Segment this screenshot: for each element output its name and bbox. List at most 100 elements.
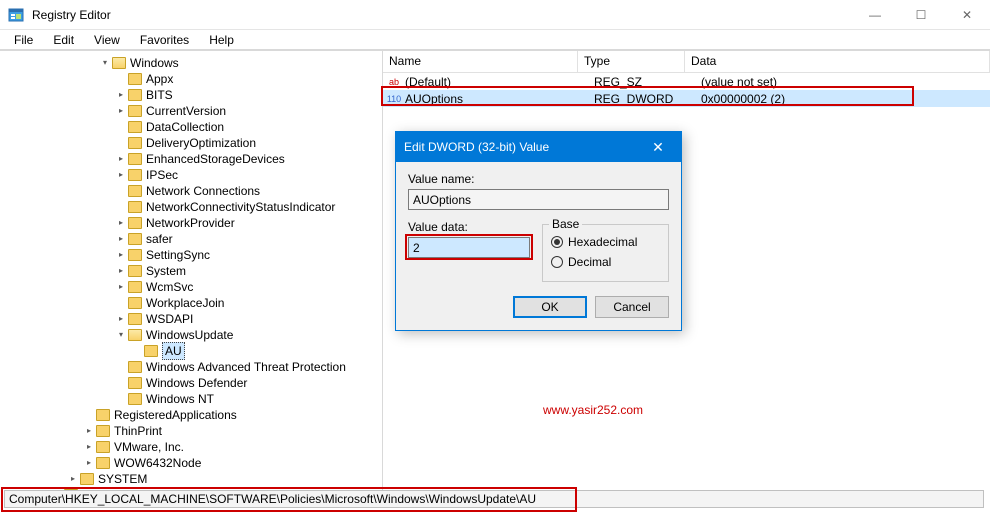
dialog-titlebar[interactable]: Edit DWORD (32-bit) Value ✕ — [396, 132, 681, 162]
tree-item[interactable]: ▸ WcmSvc — [4, 279, 382, 295]
folder-icon — [128, 169, 142, 181]
minimize-button[interactable]: — — [852, 0, 898, 30]
radio-hex[interactable]: Hexadecimal — [551, 233, 660, 251]
tree-item[interactable]: ▸EnhancedStorageDevices — [4, 151, 382, 167]
menubar: File Edit View Favorites Help — [0, 30, 990, 50]
tree-label: IPSec — [146, 167, 178, 183]
value-data-input[interactable] — [408, 237, 530, 258]
folder-icon — [96, 409, 110, 421]
expander-icon[interactable]: ▸ — [84, 442, 94, 452]
value-data-label: Value data: — [408, 220, 530, 234]
expander-icon[interactable]: ▸ — [68, 474, 78, 484]
tree-label: System — [146, 263, 186, 279]
tree-pane[interactable]: ▾WindowsAppx ▸ BITS ▸ CurrentVersionDataColl… — [0, 51, 383, 492]
menu-view[interactable]: View — [86, 31, 128, 49]
tree-item[interactable]: ▾WindowsUpdate — [4, 327, 382, 343]
list-row[interactable]: ab(Default)REG_SZ(value not set) — [383, 73, 990, 90]
expander-icon[interactable]: ▸ — [116, 282, 126, 292]
tree-item[interactable]: DeliveryOptimization — [4, 135, 382, 151]
tree-item[interactable]: Appx — [4, 71, 382, 87]
tree-item[interactable]: ▸ BITS — [4, 87, 382, 103]
folder-icon — [112, 57, 126, 69]
spacer — [116, 378, 126, 388]
expander-icon[interactable]: ▸ — [84, 458, 94, 468]
expander-icon[interactable]: ▸ — [116, 314, 126, 324]
expander-icon[interactable]: ▸ — [116, 234, 126, 244]
spacer — [116, 394, 126, 404]
spacer — [116, 186, 126, 196]
tree-label: WcmSvc — [146, 279, 193, 295]
menu-file[interactable]: File — [6, 31, 41, 49]
expander-icon[interactable]: ▾ — [116, 330, 126, 340]
expander-icon[interactable]: ▸ — [84, 426, 94, 436]
titlebar: Registry Editor — ☐ ✕ — [0, 0, 990, 30]
tree-item[interactable]: Windows Defender — [4, 375, 382, 391]
folder-icon — [128, 121, 142, 133]
tree-item[interactable]: NetworkConnectivityStatusIndicator — [4, 199, 382, 215]
tree-item[interactable]: Windows Advanced Threat Protection — [4, 359, 382, 375]
tree-item[interactable]: ▸ IPSec — [4, 167, 382, 183]
cancel-button[interactable]: Cancel — [595, 296, 669, 318]
tree-item[interactable]: ▸WOW6432Node — [4, 455, 382, 471]
expander-icon[interactable]: ▸ — [116, 266, 126, 276]
list-row[interactable]: 110AUOptionsREG_DWORD0x00000002 (2) — [383, 90, 990, 107]
folder-icon — [128, 185, 142, 197]
ok-button[interactable]: OK — [513, 296, 587, 318]
tree-item[interactable]: DataCollection — [4, 119, 382, 135]
folder-icon — [128, 393, 142, 405]
value-name-input[interactable] — [408, 189, 669, 210]
menu-edit[interactable]: Edit — [45, 31, 82, 49]
tree-item[interactable]: ▸VMware, Inc. — [4, 439, 382, 455]
menu-help[interactable]: Help — [201, 31, 242, 49]
radio-dec[interactable]: Decimal — [551, 253, 660, 271]
value-name-label: Value name: — [408, 172, 669, 186]
tree-item[interactable]: ▸ThinPrint — [4, 423, 382, 439]
tree-label: Windows Defender — [146, 375, 247, 391]
tree-label: safer — [146, 231, 173, 247]
col-data[interactable]: Data — [685, 51, 990, 72]
expander-icon[interactable]: ▾ — [100, 58, 110, 68]
expander-icon[interactable]: ▸ — [116, 218, 126, 228]
radio-dec-label: Decimal — [568, 255, 611, 269]
tree-item[interactable]: ▾Windows — [4, 55, 382, 71]
tree-label: Appx — [146, 71, 173, 87]
regedit-icon — [8, 7, 24, 23]
col-name[interactable]: Name — [383, 51, 578, 72]
edit-dword-dialog: Edit DWORD (32-bit) Value ✕ Value name: … — [395, 131, 682, 331]
tree-item[interactable]: ▸ safer — [4, 231, 382, 247]
tree-item[interactable]: ▸WSDAPI — [4, 311, 382, 327]
tree-item[interactable]: Network Connections — [4, 183, 382, 199]
tree-label: CurrentVersion — [146, 103, 226, 119]
tree-item[interactable]: ▸ SYSTEM — [4, 471, 382, 487]
tree-item[interactable]: WorkplaceJoin — [4, 295, 382, 311]
spacer — [132, 346, 142, 356]
tree-item[interactable]: Windows NT — [4, 391, 382, 407]
tree-item[interactable]: ▸NetworkProvider — [4, 215, 382, 231]
tree-label: WorkplaceJoin — [146, 295, 224, 311]
close-button[interactable]: ✕ — [944, 0, 990, 30]
menu-favorites[interactable]: Favorites — [132, 31, 197, 49]
tree-item[interactable]: ▸ System — [4, 263, 382, 279]
expander-icon[interactable]: ▸ — [116, 154, 126, 164]
tree-label: AU — [162, 342, 185, 360]
cell-name: (Default) — [405, 75, 594, 89]
expander-icon[interactable]: ▸ — [116, 250, 126, 260]
base-legend: Base — [549, 217, 582, 231]
col-type[interactable]: Type — [578, 51, 685, 72]
tree-item[interactable]: AU — [4, 343, 382, 359]
tree-label: SYSTEM — [98, 471, 147, 487]
folder-icon — [144, 345, 158, 357]
tree-label: Windows NT — [146, 391, 214, 407]
tree-label: BITS — [146, 87, 173, 103]
dialog-close-icon[interactable]: ✕ — [643, 139, 673, 156]
tree-item[interactable]: RegisteredApplications — [4, 407, 382, 423]
folder-icon — [128, 73, 142, 85]
statusbar: Computer\HKEY_LOCAL_MACHINE\SOFTWARE\Pol… — [4, 490, 984, 508]
maximize-button[interactable]: ☐ — [898, 0, 944, 30]
expander-icon[interactable]: ▸ — [116, 90, 126, 100]
tree-label: DataCollection — [146, 119, 224, 135]
tree-item[interactable]: ▸ CurrentVersion — [4, 103, 382, 119]
tree-item[interactable]: ▸SettingSync — [4, 247, 382, 263]
expander-icon[interactable]: ▸ — [116, 106, 126, 116]
expander-icon[interactable]: ▸ — [116, 170, 126, 180]
